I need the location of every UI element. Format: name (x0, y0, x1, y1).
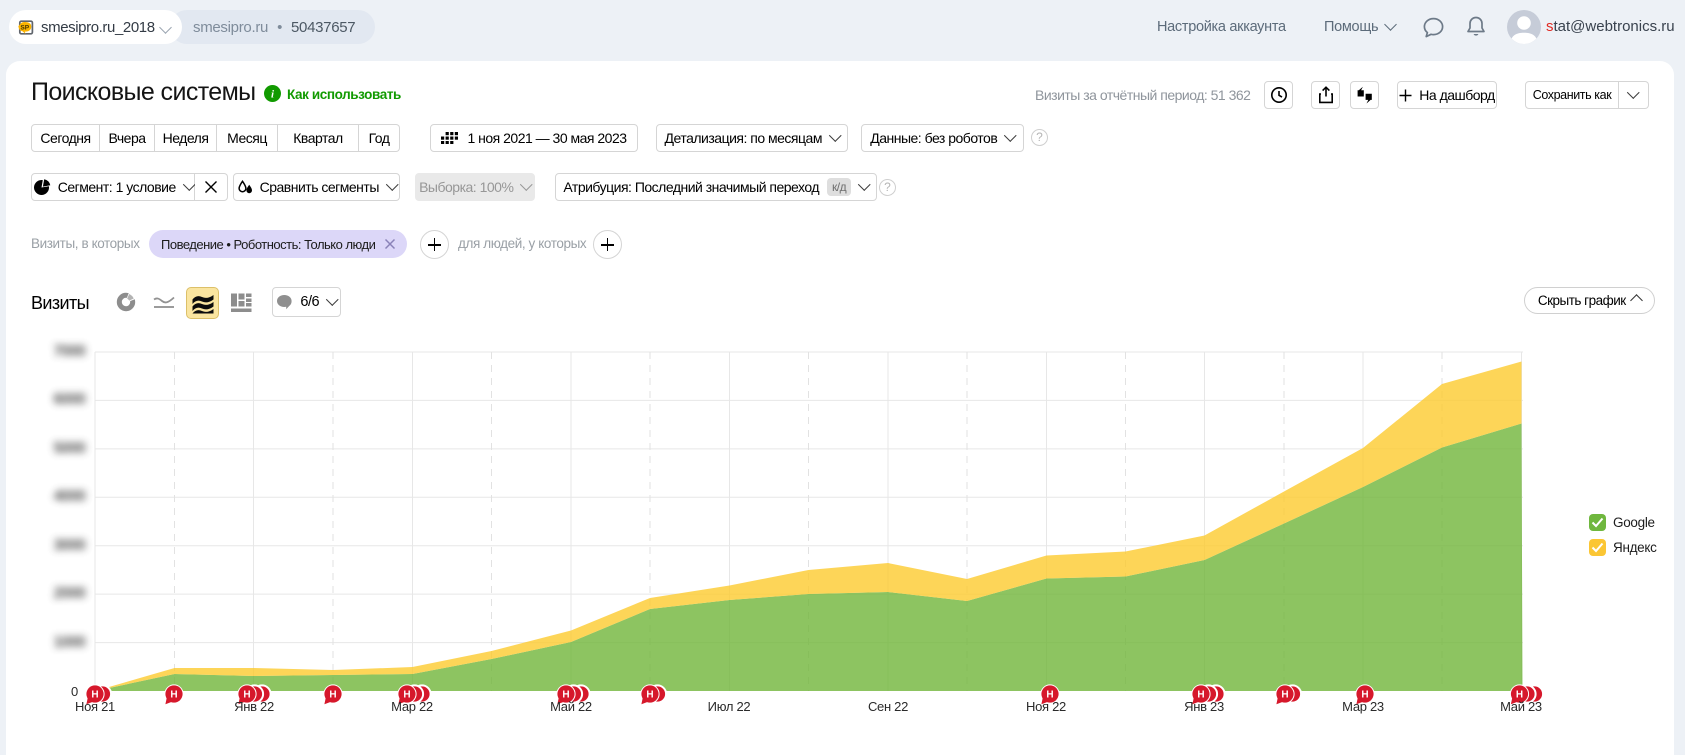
svg-text:Н: Н (646, 690, 653, 701)
svg-text:Н: Н (170, 690, 177, 701)
svg-text:Н: Н (1281, 690, 1288, 701)
svg-text:Н: Н (329, 690, 336, 701)
